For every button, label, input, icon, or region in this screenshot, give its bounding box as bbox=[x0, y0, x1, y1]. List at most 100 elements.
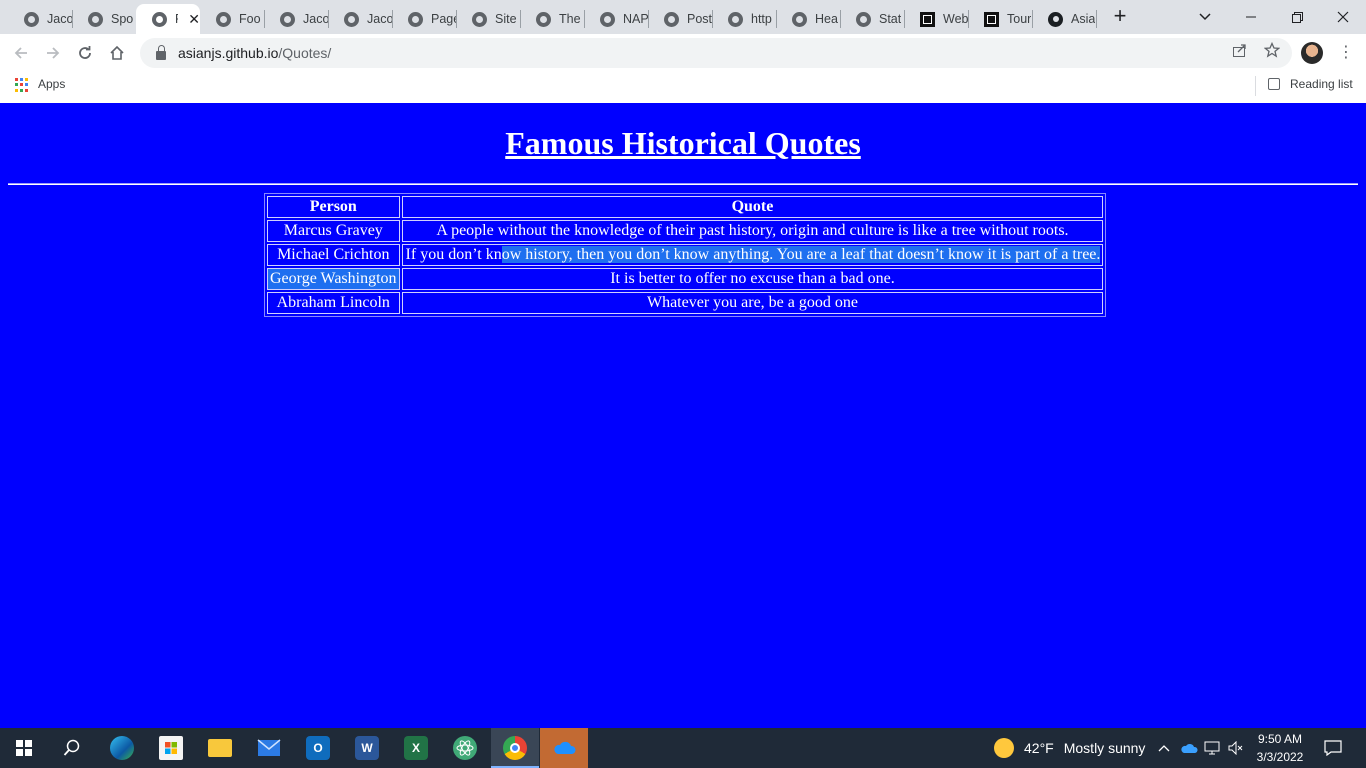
start-button[interactable] bbox=[0, 728, 48, 768]
outlook-taskbar-button[interactable]: O bbox=[294, 728, 342, 768]
tab[interactable]: Spo bbox=[72, 4, 136, 34]
table-header-row: Person Quote bbox=[267, 196, 1104, 218]
column-header-quote: Quote bbox=[401, 196, 1104, 218]
share-icon[interactable] bbox=[1231, 41, 1249, 59]
tab-search-button[interactable] bbox=[1182, 0, 1228, 34]
weather-sun-icon bbox=[994, 738, 1014, 758]
tab-title: Stat bbox=[879, 12, 902, 26]
tab[interactable]: Site bbox=[456, 4, 520, 34]
globe-icon bbox=[728, 11, 743, 27]
apps-grid-icon[interactable] bbox=[15, 78, 29, 92]
home-button[interactable] bbox=[104, 40, 130, 66]
close-window-button[interactable] bbox=[1320, 0, 1366, 34]
new-tab-button[interactable]: + bbox=[1109, 5, 1131, 28]
square-icon bbox=[920, 11, 935, 27]
browser-toolbar: asianjs.github.io/Quotes/ ⋮ bbox=[0, 34, 1366, 72]
tab-title: Web bbox=[943, 12, 968, 26]
browser-tab-strip: JacoSpoF✕FooJacoJacoPageSiteTheNAPPostht… bbox=[0, 0, 1366, 34]
table-row: George Washington It is better to offer … bbox=[267, 268, 1104, 290]
tab[interactable]: Asia bbox=[1032, 4, 1096, 34]
tab[interactable]: Tour bbox=[968, 4, 1032, 34]
weather-description: Mostly sunny bbox=[1063, 740, 1146, 756]
person-cell: Michael Crichton bbox=[267, 244, 400, 266]
windows-taskbar: O W X 42°F Mostly sunny 9:50 AM 3/3/2022 bbox=[0, 728, 1366, 768]
globe-icon bbox=[472, 11, 487, 27]
tab[interactable]: Jaco bbox=[8, 4, 72, 34]
globe-icon bbox=[664, 11, 679, 27]
globe-icon bbox=[344, 11, 359, 27]
lock-icon[interactable] bbox=[156, 44, 166, 60]
edge-icon bbox=[110, 736, 134, 760]
cloud-icon bbox=[554, 741, 576, 754]
volume-muted-icon[interactable] bbox=[1228, 728, 1244, 768]
tab[interactable]: Jaco bbox=[264, 4, 328, 34]
tab[interactable]: NAP bbox=[584, 4, 648, 34]
url-host: asianjs.github.io bbox=[178, 45, 279, 61]
edge-taskbar-button[interactable] bbox=[98, 728, 146, 768]
excel-taskbar-button[interactable]: X bbox=[392, 728, 440, 768]
folder-icon bbox=[208, 739, 232, 757]
tab[interactable]: Foo bbox=[200, 4, 264, 34]
tab-title: F bbox=[175, 12, 178, 26]
reload-button[interactable] bbox=[72, 40, 98, 66]
close-tab-icon[interactable]: ✕ bbox=[188, 11, 200, 28]
word-taskbar-button[interactable]: W bbox=[343, 728, 391, 768]
tab-title: Hea bbox=[815, 12, 838, 26]
notifications-button[interactable] bbox=[1324, 728, 1342, 768]
mail-taskbar-button[interactable] bbox=[245, 728, 293, 768]
network-icon[interactable] bbox=[1204, 728, 1222, 768]
tab[interactable]: Post bbox=[648, 4, 712, 34]
globe-icon bbox=[152, 11, 167, 27]
tab[interactable]: The bbox=[520, 4, 584, 34]
system-clock[interactable]: 9:50 AM 3/3/2022 bbox=[1250, 730, 1310, 766]
table-row: Abraham Lincoln Whatever you are, be a g… bbox=[267, 292, 1104, 314]
file-explorer-taskbar-button[interactable] bbox=[196, 728, 244, 768]
tab[interactable]: Jaco bbox=[328, 4, 392, 34]
globe-icon bbox=[216, 11, 231, 27]
quotes-table: Person Quote Marcus Gravey A people with… bbox=[264, 193, 1107, 317]
browser-menu-icon[interactable]: ⋮ bbox=[1338, 42, 1354, 64]
address-bar[interactable]: asianjs.github.io/Quotes/ bbox=[140, 38, 1292, 68]
onedrive-taskbar-button[interactable] bbox=[540, 728, 588, 768]
globe-icon bbox=[280, 11, 295, 27]
clock-date: 3/3/2022 bbox=[1256, 750, 1304, 764]
bookmark-star-icon[interactable] bbox=[1263, 41, 1281, 59]
weather-temperature: 42°F bbox=[1024, 740, 1054, 756]
bookmarks-divider bbox=[1255, 76, 1256, 96]
tab-title: Tour bbox=[1007, 12, 1032, 26]
show-hidden-icons-button[interactable] bbox=[1158, 728, 1170, 768]
back-button[interactable] bbox=[8, 40, 34, 66]
url-text[interactable]: asianjs.github.io/Quotes/ bbox=[178, 45, 331, 61]
quote-cell: It is better to offer no excuse than a b… bbox=[401, 268, 1104, 290]
reading-list-icon[interactable] bbox=[1268, 78, 1280, 90]
search-icon bbox=[63, 739, 80, 756]
tab-title: http bbox=[751, 12, 772, 26]
tab-active[interactable]: F✕ bbox=[136, 4, 200, 34]
tab-title: Page bbox=[431, 12, 456, 26]
minimize-button[interactable] bbox=[1228, 0, 1274, 34]
chrome-icon bbox=[503, 736, 527, 760]
restore-button[interactable] bbox=[1274, 0, 1320, 34]
weather-widget[interactable]: 42°F Mostly sunny bbox=[994, 728, 1145, 768]
tab[interactable]: http bbox=[712, 4, 776, 34]
tab[interactable]: Web bbox=[904, 4, 968, 34]
tab[interactable]: Hea bbox=[776, 4, 840, 34]
tab[interactable]: Stat bbox=[840, 4, 904, 34]
apps-bookmark[interactable]: Apps bbox=[38, 77, 65, 91]
search-button[interactable] bbox=[48, 728, 96, 768]
forward-button[interactable] bbox=[40, 40, 66, 66]
reading-list-button[interactable]: Reading list bbox=[1290, 77, 1353, 91]
tab[interactable]: Page bbox=[392, 4, 456, 34]
profile-avatar[interactable] bbox=[1301, 42, 1323, 64]
person-cell-selected: George Washington bbox=[267, 268, 400, 290]
tab-title: Site bbox=[495, 12, 517, 26]
globe-icon bbox=[856, 11, 871, 27]
chrome-taskbar-button[interactable] bbox=[491, 728, 539, 768]
atom-taskbar-button[interactable] bbox=[441, 728, 489, 768]
url-path: /Quotes/ bbox=[278, 45, 332, 61]
onedrive-tray-icon[interactable] bbox=[1180, 728, 1198, 768]
page-content: Famous Historical Quotes Person Quote Ma… bbox=[0, 103, 1366, 728]
quote-cell: Whatever you are, be a good one bbox=[401, 292, 1104, 314]
store-taskbar-button[interactable] bbox=[147, 728, 195, 768]
windows-logo-icon bbox=[16, 740, 32, 756]
